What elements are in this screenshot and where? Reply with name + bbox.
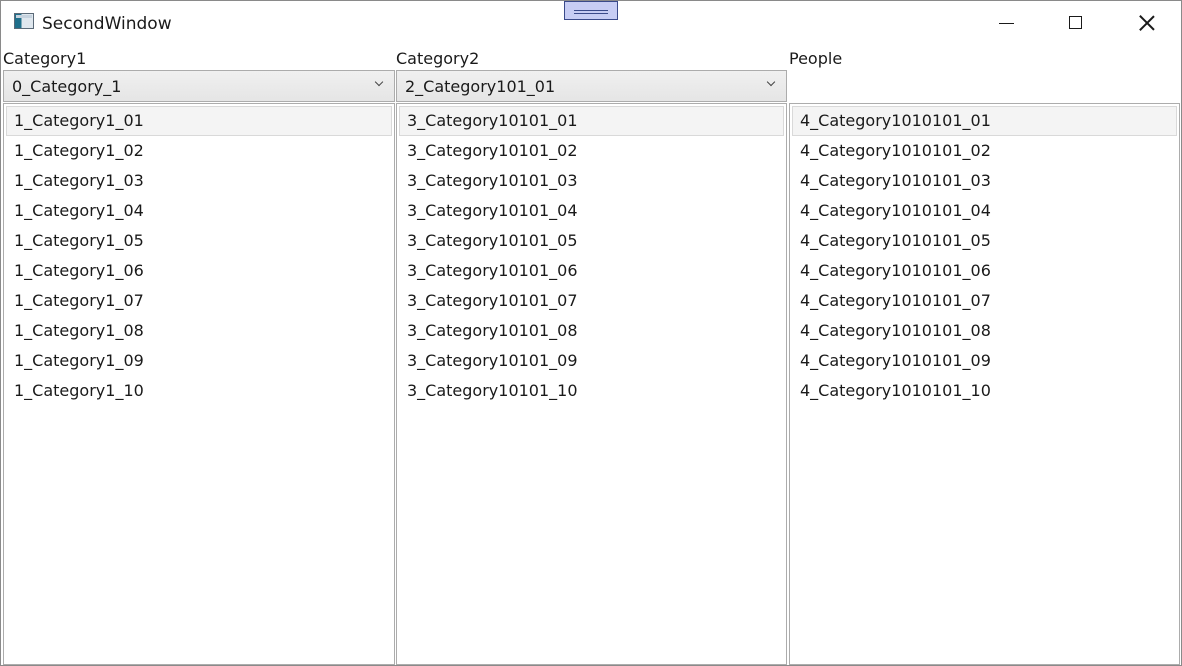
list-item[interactable]: 4_Category1010101_04 [792,196,1177,226]
list-item[interactable]: 1_Category1_05 [6,226,392,256]
category2-column: Category2 2_Category101_01 3_Category101… [396,45,787,665]
list-item[interactable]: 4_Category1010101_02 [792,136,1177,166]
list-item[interactable]: 3_Category10101_10 [399,376,784,406]
category1-column: Category1 0_Category_1 1_Category1_01 1_C… [3,45,395,665]
maximize-icon [1069,16,1082,29]
close-icon [1139,15,1155,31]
list-item[interactable]: 3_Category10101_06 [399,256,784,286]
category2-listbox[interactable]: 3_Category10101_01 3_Category10101_02 3_Ca… [396,103,787,665]
list-item[interactable]: 4_Category1010101_09 [792,346,1177,376]
list-item[interactable]: 4_Category1010101_05 [792,226,1177,256]
list-item[interactable]: 4_Category1010101_08 [792,316,1177,346]
list-item[interactable]: 1_Category1_07 [6,286,392,316]
list-item[interactable]: 4_Category1010101_03 [792,166,1177,196]
minimize-icon [999,23,1014,24]
people-listbox[interactable]: 4_Category1010101_01 4_Category1010101_02… [789,103,1180,665]
list-item[interactable]: 1_Category1_04 [6,196,392,226]
list-item[interactable]: 1_Category1_09 [6,346,392,376]
list-item[interactable]: 1_Category1_03 [6,166,392,196]
people-header: People [789,49,843,68]
list-item[interactable]: 4_Category1010101_10 [792,376,1177,406]
list-item[interactable]: 1_Category1_02 [6,136,392,166]
list-item[interactable]: 1_Category1_01 [6,106,392,136]
category1-combo-value: 0_Category_1 [12,77,122,96]
list-item[interactable]: 4_Category1010101_01 [792,106,1177,136]
title-bar[interactable]: SecondWindow [1,1,1181,45]
window-title: SecondWindow [42,14,172,34]
list-item[interactable]: 3_Category10101_08 [399,316,784,346]
category1-header: Category1 [3,49,87,68]
people-column: People 4_Category1010101_01 4_Category101… [789,45,1180,665]
list-item[interactable]: 1_Category1_06 [6,256,392,286]
list-item[interactable]: 1_Category1_08 [6,316,392,346]
list-item[interactable]: 1_Category1_10 [6,376,392,406]
chevron-down-icon [376,79,384,87]
close-button[interactable] [1111,1,1181,45]
minimize-button[interactable] [971,1,1041,45]
maximize-button[interactable] [1041,1,1111,45]
list-item[interactable]: 3_Category10101_01 [399,106,784,136]
second-window: SecondWindow Category1 0_Category_1 1_Ca… [0,0,1182,666]
category1-combobox[interactable]: 0_Category_1 [3,70,395,102]
app-window-icon [14,13,34,29]
category2-combo-value: 2_Category101_01 [405,77,556,96]
list-item[interactable]: 4_Category1010101_07 [792,286,1177,316]
list-item[interactable]: 3_Category10101_07 [399,286,784,316]
list-item[interactable]: 4_Category1010101_06 [792,256,1177,286]
drag-handle-icon[interactable] [564,1,618,20]
category2-combobox[interactable]: 2_Category101_01 [396,70,787,102]
list-item[interactable]: 3_Category10101_02 [399,136,784,166]
list-item[interactable]: 3_Category10101_05 [399,226,784,256]
category1-listbox[interactable]: 1_Category1_01 1_Category1_02 1_Category1_… [3,103,395,665]
list-item[interactable]: 3_Category10101_03 [399,166,784,196]
category2-header: Category2 [396,49,480,68]
list-item[interactable]: 3_Category10101_04 [399,196,784,226]
list-item[interactable]: 3_Category10101_09 [399,346,784,376]
chevron-down-icon [768,79,776,87]
